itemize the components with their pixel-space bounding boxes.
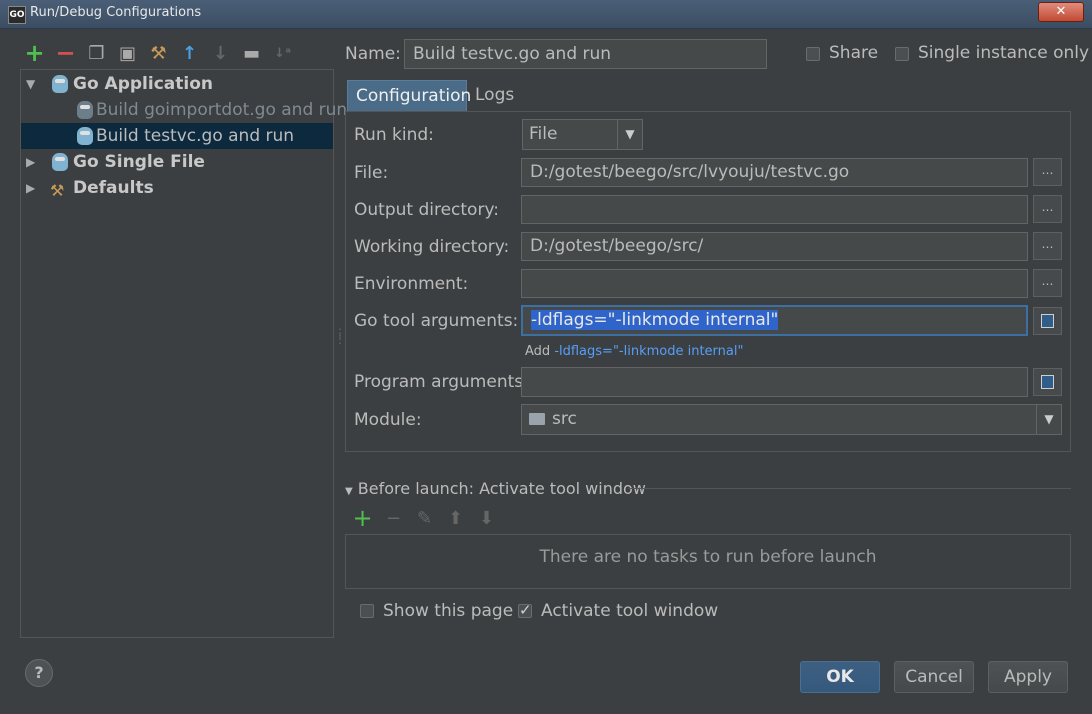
expand-program-arguments-button[interactable] [1033,368,1062,396]
share-checkbox[interactable] [806,47,820,61]
title-bar: GO Run/Debug Configurations ✕ [0,0,1092,29]
tree-node-build-goimportdot[interactable]: Build goimportdot.go and run [21,97,347,123]
hint-prefix: Add [525,344,551,359]
cancel-button[interactable]: Cancel [894,661,974,693]
run-kind-select[interactable]: File ▼ [522,119,643,150]
go-gopher-icon [77,101,93,119]
tree-node-defaults[interactable]: ▶ ⚒ Defaults [21,175,333,201]
working-directory-input[interactable]: D:/gotest/beego/src/ [521,232,1028,261]
browse-environment-button[interactable]: … [1033,269,1062,297]
add-task-icon[interactable]: + [350,506,375,531]
file-input[interactable]: D:/gotest/beego/src/lvyouju/testvc.go [521,158,1028,187]
tab-configuration[interactable]: Configuration [347,80,471,111]
expand-editor-icon [1041,314,1054,328]
selected-text: -ldflags="-linkmode internal" [531,310,779,330]
move-task-up-icon[interactable]: ⬆ [443,506,468,531]
tree-label: Build testvc.go and run [96,126,295,146]
config-toolbar: + − ❐ ▣ ⚒ ↑ ↓ ▬ ↓ᵃ [22,39,295,67]
folder-icon[interactable]: ▬ [239,40,264,66]
go-gopher-icon [52,153,68,171]
collapsed-arrow-icon[interactable]: ▶ [26,149,35,175]
before-launch-title: Before launch: Activate tool window [357,479,646,498]
single-instance-checkbox[interactable] [895,47,909,61]
browse-working-directory-button[interactable]: … [1033,232,1062,260]
module-value: src [552,409,577,429]
module-folder-icon [529,413,545,425]
expand-editor-icon [1041,375,1054,389]
environment-input[interactable] [521,269,1028,298]
output-directory-label: Output directory: [354,200,499,220]
go-tool-arguments-label: Go tool arguments: [354,311,519,331]
run-kind-label: Run kind: [354,125,434,145]
tree-label: Go Application [73,74,213,94]
window-title: Run/Debug Configurations [30,5,202,20]
divider [628,488,1071,489]
ok-button[interactable]: OK [800,661,880,693]
module-label: Module: [354,410,422,430]
show-this-page-checkbox[interactable] [360,604,374,618]
before-launch-tasks-list: There are no tasks to run before launch [345,534,1071,589]
go-tool-arguments-hint: Add -ldflags="-linkmode internal" [525,344,743,359]
goland-app-icon: GO [8,6,26,24]
output-directory-input[interactable] [521,195,1028,224]
tree-node-go-application[interactable]: ▼ Go Application [21,71,333,97]
run-kind-value: File [529,124,558,144]
before-launch-header[interactable]: ▼ Before launch: Activate tool window [345,479,646,498]
name-label: Name: [345,44,401,64]
move-down-icon[interactable]: ↓ [208,40,233,66]
empty-tasks-text: There are no tasks to run before launch [539,547,877,567]
tree-label: Defaults [73,178,154,198]
activate-tool-window-label: Activate tool window [541,601,719,621]
add-config-icon[interactable]: + [22,39,47,67]
working-directory-label: Working directory: [354,237,510,257]
go-tool-arguments-input[interactable]: -ldflags="-linkmode internal" [521,305,1028,336]
edit-defaults-icon[interactable]: ⚒ [146,40,171,66]
tree-label: Build goimportdot.go and run [96,100,348,120]
move-up-icon[interactable]: ↑ [177,40,202,66]
tab-logs[interactable]: Logs [467,80,519,111]
chevron-down-icon: ▼ [617,120,642,149]
remove-task-icon[interactable]: − [381,506,406,531]
name-input[interactable]: Build testvc.go and run [404,39,767,69]
remove-config-icon[interactable]: − [53,39,78,67]
collapsed-arrow-icon[interactable]: ▶ [26,175,35,201]
close-window-button[interactable]: ✕ [1038,2,1084,22]
activate-tool-window-checkbox[interactable] [518,601,532,619]
copy-config-icon[interactable]: ❐ [84,40,109,66]
help-button[interactable]: ? [25,659,53,687]
environment-label: Environment: [354,274,469,294]
apply-button[interactable]: Apply [988,661,1068,693]
wrench-icon: ⚒ [50,181,65,200]
tree-node-go-single-file[interactable]: ▶ Go Single File [21,149,333,175]
browse-output-directory-button[interactable]: … [1033,195,1062,223]
chevron-down-icon: ▼ [1036,405,1061,434]
config-tree: ▼ Go Application Build goimportdot.go an… [20,69,347,638]
program-arguments-input[interactable] [521,367,1028,397]
expanded-arrow-icon[interactable]: ▼ [26,71,35,97]
file-label: File: [354,163,389,183]
browse-file-button[interactable]: … [1033,158,1062,186]
before-launch-toolbar: + − ✎ ⬆ ⬇ [350,506,499,531]
edit-task-icon[interactable]: ✎ [412,506,437,531]
module-select[interactable]: src ▼ [521,404,1062,435]
go-gopher-icon [52,75,68,93]
hint-flag: -ldflags="-linkmode internal" [554,344,744,359]
program-arguments-label: Program arguments: [354,372,529,392]
save-config-icon[interactable]: ▣ [115,40,140,66]
share-label: Share [829,43,879,63]
expand-go-tool-arguments-button[interactable] [1033,307,1062,335]
tree-label: Go Single File [73,152,205,172]
show-this-page-label: Show this page [383,601,514,621]
tree-node-build-testvc[interactable]: Build testvc.go and run [21,123,333,149]
move-task-down-icon[interactable]: ⬇ [474,506,499,531]
collapse-arrow-icon: ▼ [345,486,353,497]
sort-icon[interactable]: ↓ᵃ [270,40,295,66]
single-instance-label: Single instance only [918,43,1090,63]
go-gopher-icon [77,127,93,145]
